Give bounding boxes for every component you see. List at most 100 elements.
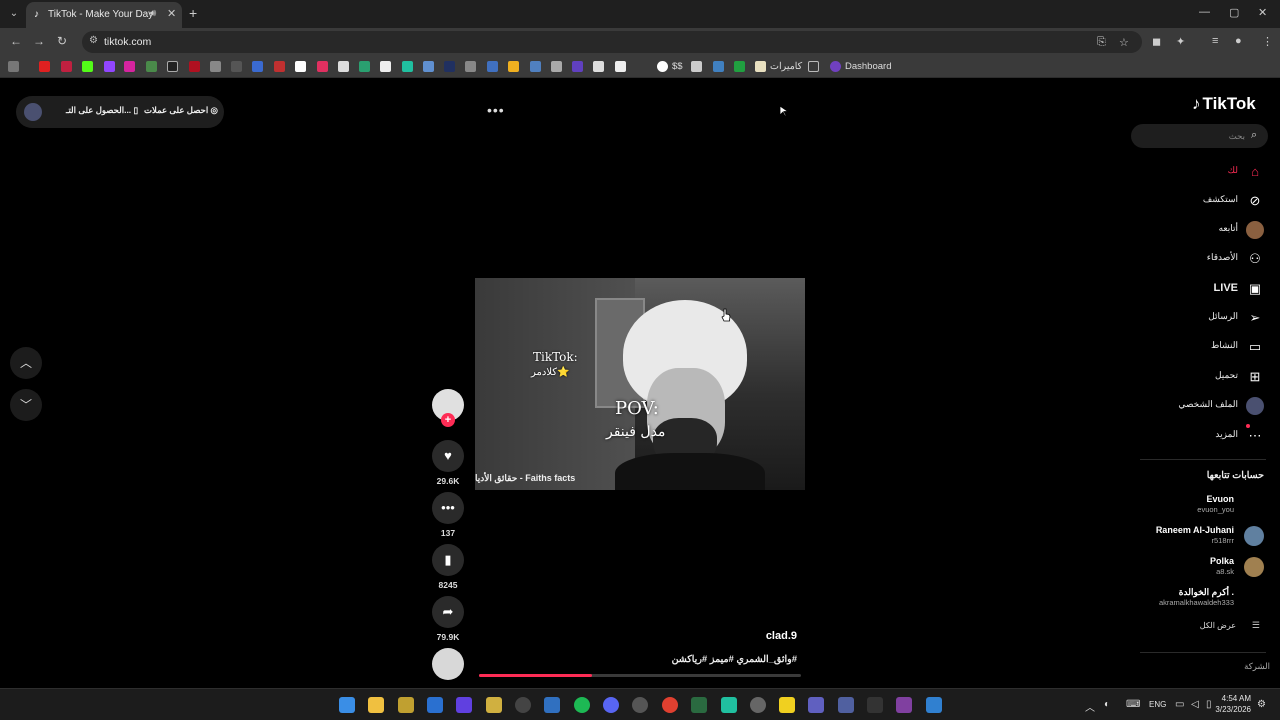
tiktok-logo[interactable]: ♪ TikTok bbox=[1192, 94, 1256, 114]
get-app-button[interactable]: الحصول على التـ... ▯ bbox=[66, 105, 138, 116]
network-icon[interactable]: ▭ bbox=[1175, 699, 1184, 710]
volume-icon[interactable]: ◁ bbox=[1191, 699, 1199, 710]
bookmark-icon[interactable] bbox=[380, 61, 391, 72]
bookmark-icon[interactable] bbox=[231, 61, 242, 72]
minimize-window-button[interactable]: — bbox=[1199, 6, 1210, 18]
nav-for-you[interactable]: لك ⌂ bbox=[1150, 160, 1268, 184]
bookmark-icon[interactable] bbox=[487, 61, 498, 72]
following-account[interactable]: أكرم الخوالدة . akramalkhawaldeh333 bbox=[1130, 585, 1266, 613]
tray-overflow-icon[interactable]: ︿ bbox=[1085, 699, 1095, 714]
save-button[interactable]: ▮ bbox=[432, 544, 464, 576]
nav-more[interactable]: المزيد ⋯ bbox=[1150, 424, 1268, 448]
see-all-button[interactable]: عرض الكل ☰ bbox=[1160, 620, 1266, 635]
google-bookmark-icon[interactable] bbox=[657, 61, 668, 72]
close-window-button[interactable]: ✕ bbox=[1258, 6, 1267, 19]
nav-explore[interactable]: استكشف ⊘ bbox=[1150, 189, 1268, 213]
music-disc-avatar[interactable] bbox=[432, 648, 464, 680]
address-bar[interactable]: ⚙ tiktok.com ⎘ ☆ bbox=[82, 31, 1142, 53]
excel-icon[interactable] bbox=[691, 697, 707, 713]
extension-icon[interactable]: ◼ bbox=[1152, 35, 1161, 48]
bookmark-icon[interactable] bbox=[508, 61, 519, 72]
following-account[interactable]: Polka a8.sk bbox=[1130, 554, 1266, 582]
bookmark-icon[interactable] bbox=[423, 61, 434, 72]
bookmark-icon[interactable] bbox=[210, 61, 221, 72]
tab-audio-icon[interactable]: 🔊︎ bbox=[150, 8, 156, 19]
app-icon[interactable] bbox=[632, 697, 648, 713]
bookmark-icon[interactable] bbox=[402, 61, 413, 72]
search-input[interactable] bbox=[1141, 128, 1245, 144]
sticky-notes-icon[interactable] bbox=[779, 697, 795, 713]
bookmark-icon[interactable] bbox=[317, 61, 328, 72]
nav-profile[interactable]: الملف الشخصي bbox=[1150, 394, 1268, 418]
bookmark-star-icon[interactable]: ☆ bbox=[1119, 36, 1129, 49]
spotify-icon[interactable] bbox=[574, 697, 590, 713]
apps-grid-icon[interactable] bbox=[8, 61, 19, 72]
video-progress-bar[interactable] bbox=[479, 674, 801, 677]
new-tab-button[interactable]: + bbox=[189, 5, 197, 21]
bookmark-icon[interactable] bbox=[593, 61, 604, 72]
like-button[interactable]: ♥ bbox=[432, 440, 464, 472]
nav-messages[interactable]: الرسائل ➢ bbox=[1150, 306, 1268, 330]
app-icon[interactable] bbox=[398, 697, 414, 713]
bookmark-icon[interactable] bbox=[338, 61, 349, 72]
bookmark-icon[interactable] bbox=[61, 61, 72, 72]
share-button[interactable]: ➦ bbox=[432, 596, 464, 628]
x-bookmark-icon[interactable] bbox=[167, 61, 178, 72]
tab-tiktok[interactable]: ♪ TikTok - Make Your Day 🔊︎ ✕ bbox=[26, 2, 182, 28]
dashboard-bookmark-icon[interactable] bbox=[830, 61, 841, 72]
mail-icon[interactable] bbox=[427, 697, 443, 713]
extensions-puzzle-icon[interactable]: ✦ bbox=[1176, 35, 1185, 48]
restore-window-button[interactable]: ▢ bbox=[1229, 6, 1239, 19]
profile-avatar-icon[interactable]: ● bbox=[1235, 35, 1242, 47]
bookmark-icon[interactable] bbox=[734, 61, 745, 72]
bookmark-icon[interactable] bbox=[713, 61, 724, 72]
twitch-bookmark-icon[interactable] bbox=[104, 61, 115, 72]
language-indicator[interactable]: ENG bbox=[1149, 700, 1166, 709]
folder-icon[interactable] bbox=[808, 61, 819, 72]
steam-icon[interactable] bbox=[750, 697, 766, 713]
browser-menu-icon[interactable]: ⋮ bbox=[1262, 35, 1273, 48]
bookmark-icon[interactable] bbox=[755, 61, 766, 72]
instagram-bookmark-icon[interactable] bbox=[124, 61, 135, 72]
app-icon[interactable] bbox=[838, 697, 854, 713]
bookmark-icon[interactable] bbox=[146, 61, 157, 72]
avatar[interactable] bbox=[24, 103, 42, 121]
keyboard-icon[interactable]: ⌨ bbox=[1126, 699, 1140, 710]
search-icon[interactable]: ⌕ bbox=[1251, 129, 1257, 142]
start-menu-icon[interactable] bbox=[339, 697, 355, 713]
app-icon[interactable] bbox=[867, 697, 883, 713]
shield-icon[interactable] bbox=[544, 697, 560, 713]
following-account[interactable]: Evuon evuon_you bbox=[1130, 492, 1266, 520]
bookmark-icon[interactable] bbox=[465, 61, 476, 72]
bookmark-icon[interactable] bbox=[530, 61, 541, 72]
follow-plus-icon[interactable]: + bbox=[441, 413, 455, 427]
following-account[interactable]: Raneem Al-Juhani r518rrr bbox=[1130, 523, 1266, 551]
site-info-icon[interactable]: ⚙ bbox=[89, 35, 98, 46]
bookmark-icon[interactable] bbox=[274, 61, 285, 72]
4k-app-icon[interactable] bbox=[515, 697, 531, 713]
bookmark-icon[interactable] bbox=[252, 61, 263, 72]
teams-icon[interactable] bbox=[808, 697, 824, 713]
install-app-icon[interactable]: ⎘ bbox=[1097, 36, 1106, 49]
video-player[interactable]: TikTok: كلادمر⭐ POV: مدل فينقر حقائق الأ… bbox=[475, 278, 805, 490]
company-link[interactable]: الشركة bbox=[1200, 661, 1270, 672]
app-icon[interactable] bbox=[456, 697, 472, 713]
reading-list-icon[interactable]: ≡ bbox=[1212, 35, 1218, 47]
bookmark-icon[interactable] bbox=[295, 61, 306, 72]
bookmark-icon[interactable] bbox=[691, 61, 702, 72]
chrome-icon[interactable] bbox=[662, 697, 678, 713]
bookmark-icon[interactable] bbox=[551, 61, 562, 72]
nav-following[interactable]: أتابعه bbox=[1150, 218, 1268, 242]
nav-friends[interactable]: الأصدقاء ⚇ bbox=[1150, 247, 1268, 271]
get-coins-button[interactable]: احصل على عملات ◎ bbox=[144, 105, 218, 116]
caption-author[interactable]: clad.9 bbox=[700, 630, 797, 642]
app-icon[interactable] bbox=[896, 697, 912, 713]
bookmark-label[interactable]: $$ bbox=[672, 61, 683, 72]
app-icon[interactable] bbox=[926, 697, 942, 713]
app-icon[interactable] bbox=[721, 697, 737, 713]
bookmark-icon[interactable] bbox=[359, 61, 370, 72]
clock-time[interactable]: 4:54 AM bbox=[1219, 694, 1251, 703]
next-video-button[interactable]: ﹀ bbox=[10, 389, 42, 421]
comment-button[interactable]: ••• bbox=[432, 492, 464, 524]
nav-live[interactable]: LIVE ▣ bbox=[1150, 277, 1268, 301]
